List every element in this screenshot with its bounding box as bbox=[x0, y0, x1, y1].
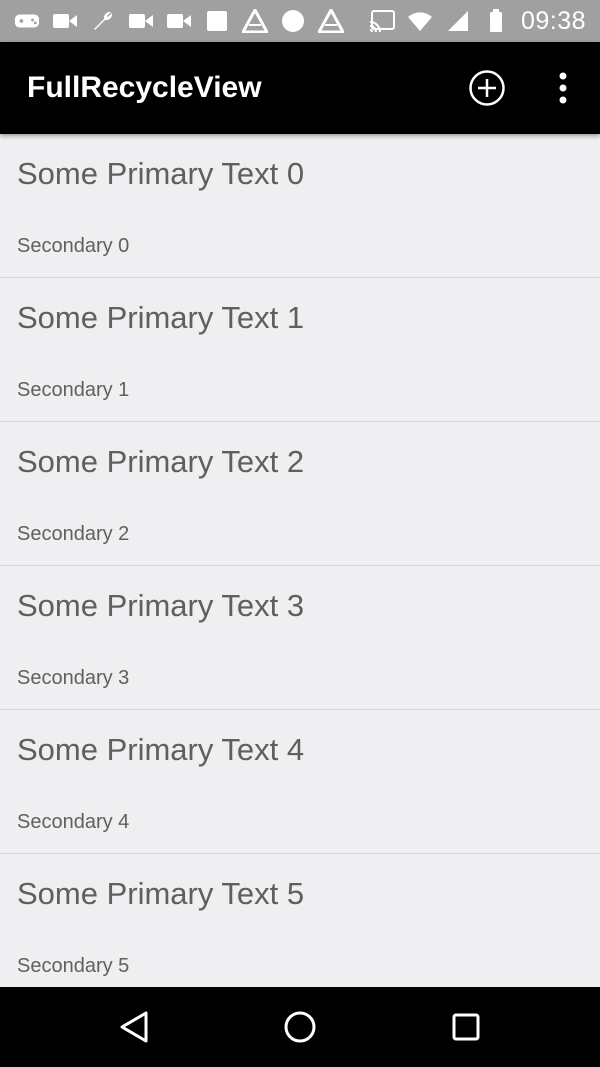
add-button[interactable] bbox=[464, 65, 510, 111]
battery-icon bbox=[483, 8, 509, 34]
toolbar-title: FullRecycleView bbox=[27, 71, 262, 104]
videocam-icon bbox=[166, 8, 192, 34]
toolbar: FullRecycleView bbox=[0, 42, 600, 134]
recents-square-icon bbox=[452, 1013, 480, 1041]
secondary-text: Secondary 2 bbox=[17, 523, 130, 545]
square-icon bbox=[204, 8, 230, 34]
status-bar: 09:38 bbox=[0, 0, 600, 42]
videocam-icon bbox=[128, 8, 154, 34]
more-vert-icon bbox=[559, 72, 567, 104]
wrench-icon bbox=[90, 8, 116, 34]
triangle-logo-icon bbox=[242, 8, 268, 34]
add-circle-icon bbox=[469, 70, 505, 106]
recents-button[interactable] bbox=[440, 1001, 492, 1053]
secondary-text: Secondary 3 bbox=[17, 667, 130, 689]
recycler-list[interactable]: Some Primary Text 0 Secondary 0 Some Pri… bbox=[0, 134, 600, 987]
notification-icons bbox=[14, 0, 344, 42]
list-item[interactable]: Some Primary Text 0 Secondary 0 bbox=[0, 134, 600, 278]
signal-icon bbox=[445, 8, 471, 34]
navigation-bar bbox=[0, 987, 600, 1067]
system-icons: 09:38 bbox=[369, 0, 586, 42]
primary-text: Some Primary Text 5 bbox=[17, 876, 305, 911]
back-triangle-icon bbox=[120, 1011, 148, 1043]
wifi-icon bbox=[407, 8, 433, 34]
secondary-text: Secondary 4 bbox=[17, 811, 130, 833]
overflow-menu-button[interactable] bbox=[540, 65, 586, 111]
secondary-text: Secondary 1 bbox=[17, 379, 130, 401]
list-item[interactable]: Some Primary Text 5 Secondary 5 bbox=[0, 854, 600, 987]
secondary-text: Secondary 5 bbox=[17, 955, 130, 977]
list-item[interactable]: Some Primary Text 1 Secondary 1 bbox=[0, 278, 600, 422]
primary-text: Some Primary Text 1 bbox=[17, 300, 305, 335]
cast-icon bbox=[369, 8, 395, 34]
primary-text: Some Primary Text 2 bbox=[17, 444, 305, 479]
primary-text: Some Primary Text 4 bbox=[17, 732, 305, 767]
gamepad-icon bbox=[14, 8, 40, 34]
home-circle-icon bbox=[284, 1011, 316, 1043]
primary-text: Some Primary Text 0 bbox=[17, 156, 305, 191]
secondary-text: Secondary 0 bbox=[17, 235, 130, 257]
list-item[interactable]: Some Primary Text 3 Secondary 3 bbox=[0, 566, 600, 710]
circle-icon bbox=[280, 8, 306, 34]
primary-text: Some Primary Text 3 bbox=[17, 588, 305, 623]
status-time: 09:38 bbox=[520, 6, 586, 35]
videocam-icon bbox=[52, 8, 78, 34]
list-item[interactable]: Some Primary Text 4 Secondary 4 bbox=[0, 710, 600, 854]
home-button[interactable] bbox=[274, 1001, 326, 1053]
list-item[interactable]: Some Primary Text 2 Secondary 2 bbox=[0, 422, 600, 566]
triangle-logo-icon bbox=[318, 8, 344, 34]
back-button[interactable] bbox=[108, 1001, 160, 1053]
